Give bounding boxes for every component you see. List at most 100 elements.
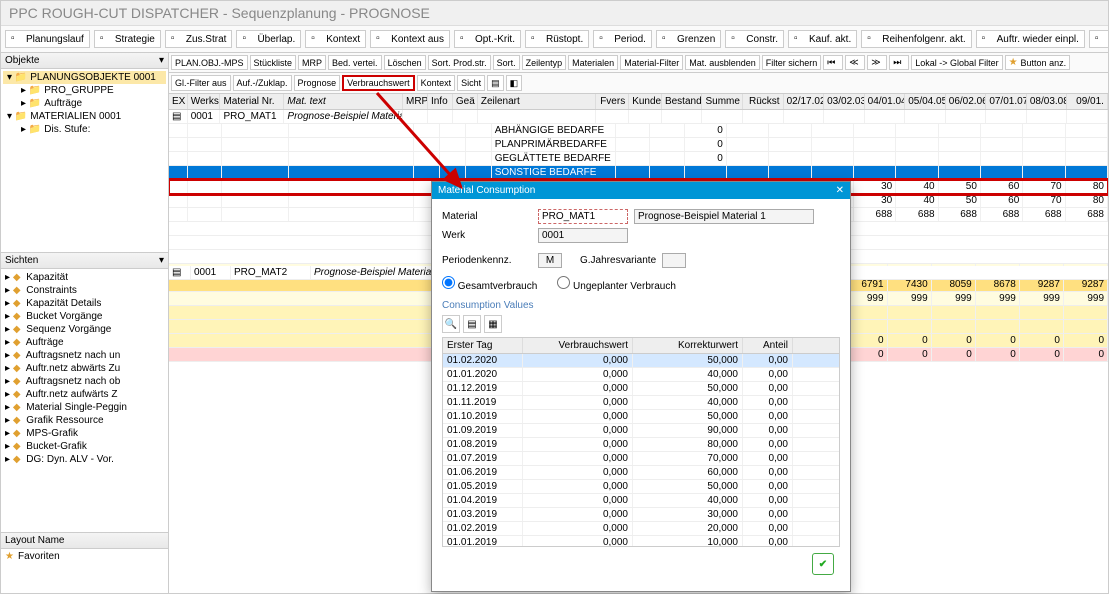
- grid-cell[interactable]: PLANPRIMÄRBEDARFE: [492, 138, 617, 151]
- cons-col-header[interactable]: Erster Tag: [443, 338, 523, 353]
- nav-icon[interactable]: ⏮: [823, 55, 843, 70]
- grid-cell[interactable]: [702, 110, 743, 123]
- cons-cell[interactable]: 0,000: [523, 438, 633, 451]
- radio-gesamt[interactable]: Gesamtverbrauch: [442, 276, 537, 292]
- col-header[interactable]: 03/02.03: [824, 94, 865, 109]
- cons-row[interactable]: 01.02.20200,00050,0000,00: [443, 354, 839, 368]
- grid-cell[interactable]: [939, 138, 981, 151]
- grid-cell[interactable]: 999: [932, 292, 976, 305]
- cons-cell[interactable]: 0,00: [743, 354, 793, 367]
- grid-cell[interactable]: 0: [932, 348, 976, 361]
- nav-icon[interactable]: ≫: [867, 55, 887, 70]
- sicht-item[interactable]: ▸ ◆ MPS-Grafik: [3, 427, 166, 440]
- grid-cell[interactable]: [896, 138, 938, 151]
- grid-cell[interactable]: 50: [939, 194, 981, 207]
- grid-cell[interactable]: [289, 194, 414, 207]
- tree-item[interactable]: ▸ 📁PRO_GRUPPE: [3, 84, 166, 97]
- radio-ungeplant[interactable]: Ungeplanter Verbrauch: [557, 276, 676, 292]
- grid-cell[interactable]: [896, 166, 938, 179]
- grid-cell[interactable]: [727, 138, 769, 151]
- grid-cell[interactable]: [865, 110, 906, 123]
- grid-cell[interactable]: 0: [976, 348, 1020, 361]
- panel-toggle-icon[interactable]: ▾: [159, 55, 164, 66]
- cons-cell[interactable]: 0,000: [523, 368, 633, 381]
- view-icon[interactable]: ▤: [487, 75, 504, 91]
- grid-cell[interactable]: [188, 194, 222, 207]
- settings-icon[interactable]: ▤: [463, 315, 481, 333]
- grid-cell[interactable]: 0: [1064, 334, 1108, 347]
- grid-cell[interactable]: 70: [1023, 194, 1065, 207]
- grid-cell[interactable]: 999: [1064, 292, 1108, 305]
- grid-cell[interactable]: [289, 180, 414, 193]
- grid-cell[interactable]: [169, 124, 188, 137]
- tree-item[interactable]: ▾ 📁PLANUNGSOBJEKTE 0001: [3, 71, 166, 84]
- cons-row[interactable]: 01.03.20190,00030,0000,00: [443, 508, 839, 522]
- grid-cell[interactable]: Prognose-Beispiel Material 1: [284, 110, 403, 123]
- grid-cell[interactable]: [289, 208, 414, 221]
- grid-cell[interactable]: [812, 166, 854, 179]
- cons-col-header[interactable]: Verbrauchswert: [523, 338, 633, 353]
- grid-cell[interactable]: [188, 124, 222, 137]
- cons-cell[interactable]: 90,000: [633, 424, 743, 437]
- col-header[interactable]: 06/02.06: [946, 94, 987, 109]
- grid-cell[interactable]: 60: [981, 180, 1023, 193]
- sub-zeilentyp[interactable]: Zeilentyp: [522, 55, 567, 70]
- grid-cell[interactable]: 688: [981, 208, 1023, 221]
- grid-cell[interactable]: ▤: [169, 110, 188, 123]
- grid-cell[interactable]: [222, 166, 289, 179]
- cons-cell[interactable]: 0,000: [523, 424, 633, 437]
- col-header[interactable]: Mat. text: [284, 94, 403, 109]
- cons-cell[interactable]: 0,00: [743, 466, 793, 479]
- grid-cell[interactable]: [453, 110, 478, 123]
- grid-cell[interactable]: 40: [896, 180, 938, 193]
- grid-cell[interactable]: 999: [888, 292, 932, 305]
- grid-cell[interactable]: [812, 152, 854, 165]
- sub-filtersichern[interactable]: Filter sichern: [762, 55, 822, 70]
- col-header[interactable]: Rückst: [743, 94, 784, 109]
- grid-row[interactable]: ABHÄNGIGE BEDARFE0: [169, 124, 1108, 138]
- grid-cell[interactable]: [1066, 124, 1108, 137]
- grid-cell[interactable]: [414, 124, 440, 137]
- cons-cell[interactable]: 0,000: [523, 508, 633, 521]
- grid-cell[interactable]: [1066, 152, 1108, 165]
- toolbar-rstopt[interactable]: ▫Rüstopt.: [525, 30, 589, 48]
- cons-cell[interactable]: 01.01.2020: [443, 368, 523, 381]
- grid-cell[interactable]: 0: [685, 138, 727, 151]
- sub-materialen[interactable]: Materialen: [568, 55, 618, 70]
- grid-cell[interactable]: [854, 152, 896, 165]
- layout-favoriten[interactable]: ★Favoriten: [1, 549, 168, 564]
- grid-cell[interactable]: [981, 152, 1023, 165]
- object-tree[interactable]: ▾ 📁PLANUNGSOBJEKTE 0001▸ 📁PRO_GRUPPE▸ 📁A…: [1, 69, 168, 138]
- cons-cell[interactable]: 0,00: [743, 424, 793, 437]
- sicht-item[interactable]: ▸ ◆ Grafik Ressource: [3, 414, 166, 427]
- grid-cell[interactable]: 688: [1023, 208, 1065, 221]
- grid-cell[interactable]: [414, 166, 440, 179]
- cons-row[interactable]: 01.01.20200,00040,0000,00: [443, 368, 839, 382]
- button-anz[interactable]: ★ Button anz.: [1005, 55, 1071, 70]
- cons-cell[interactable]: 0,00: [743, 438, 793, 451]
- toolbar-constr[interactable]: ▫Constr.: [725, 30, 784, 48]
- cons-cell[interactable]: 10,000: [633, 536, 743, 547]
- cons-cell[interactable]: 50,000: [633, 480, 743, 493]
- grid-cell[interactable]: [169, 180, 188, 193]
- col-header[interactable]: EX: [169, 94, 188, 109]
- cons-cell[interactable]: 0,00: [743, 494, 793, 507]
- cons-cell[interactable]: 0,000: [523, 452, 633, 465]
- sub-sort[interactable]: Sort.: [493, 55, 520, 70]
- view-icon[interactable]: ◧: [506, 75, 523, 91]
- grid-cell[interactable]: [1064, 320, 1108, 333]
- toolbar-zusstrat[interactable]: ▫Zus.Strat: [165, 30, 233, 48]
- grid-cell[interactable]: [1023, 138, 1065, 151]
- grid-cell[interactable]: 688: [1066, 208, 1108, 221]
- col-header[interactable]: Zeilenart: [478, 94, 597, 109]
- col-header[interactable]: Fvers: [596, 94, 629, 109]
- grid-cell[interactable]: [976, 306, 1020, 319]
- cons-row[interactable]: 01.08.20190,00080,0000,00: [443, 438, 839, 452]
- sub2-aufzuklap[interactable]: Auf.-/Zuklap.: [233, 75, 292, 91]
- grid-cell[interactable]: [854, 138, 896, 151]
- grid-cell[interactable]: 0: [1064, 348, 1108, 361]
- sicht-item[interactable]: ▸ ◆ Bucket-Grafik: [3, 440, 166, 453]
- grid-cell[interactable]: [466, 152, 492, 165]
- toolbar-grenzen[interactable]: ▫Grenzen: [656, 30, 721, 48]
- grid-cell[interactable]: [939, 152, 981, 165]
